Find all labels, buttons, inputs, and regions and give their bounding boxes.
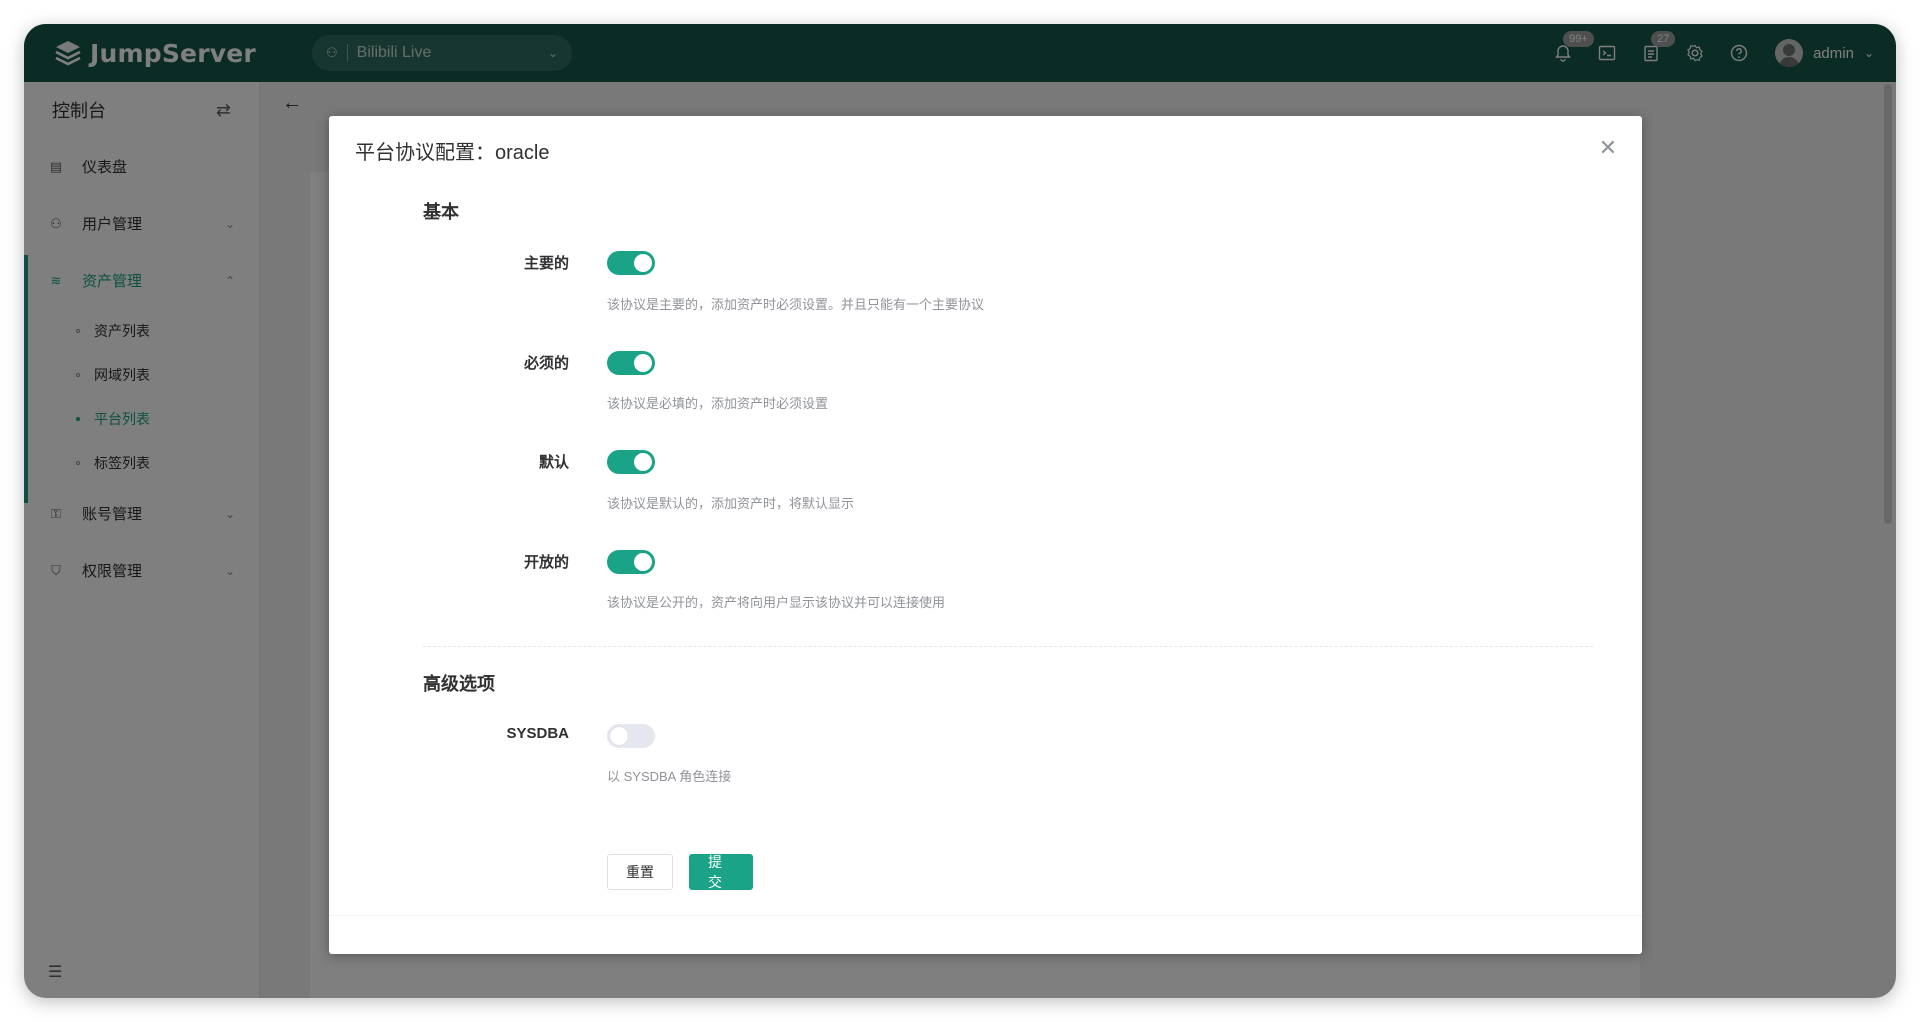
submit-button[interactable]: 提交 xyxy=(689,854,753,890)
app-window: JumpServer ⚇ Bilibili Live ⌄ 99+ 27 xyxy=(24,24,1896,998)
default-label: 默认 xyxy=(538,454,569,471)
section-divider xyxy=(423,646,1593,647)
public-toggle[interactable] xyxy=(607,550,655,574)
public-label: 开放的 xyxy=(523,554,569,571)
default-hint: 该协议是默认的，添加资产时，将默认显示 xyxy=(607,496,855,511)
close-icon[interactable]: ✕ xyxy=(1598,137,1618,159)
dialog-title: 平台协议配置：oracle xyxy=(355,142,550,164)
advanced-section-title: 高级选项 xyxy=(423,674,495,694)
reset-button[interactable]: 重置 xyxy=(607,854,673,890)
primary-hint: 该协议是主要的，添加资产时必须设置。并且只能有一个主要协议 xyxy=(607,297,985,312)
required-hint: 该协议是必填的，添加资产时必须设置 xyxy=(607,396,829,411)
default-toggle[interactable] xyxy=(607,450,655,474)
dialog-footer-line xyxy=(329,915,1642,916)
required-toggle[interactable] xyxy=(607,351,655,375)
public-hint: 该协议是公开的，资产将向用户显示该协议并可以连接使用 xyxy=(607,595,946,610)
sysdba-hint: 以 SYSDBA 角色连接 xyxy=(607,769,732,784)
sysdba-toggle[interactable] xyxy=(607,724,655,748)
primary-toggle[interactable] xyxy=(607,251,655,275)
required-label: 必须的 xyxy=(523,355,569,372)
primary-label: 主要的 xyxy=(523,255,569,272)
protocol-config-dialog: 平台协议配置：oracle ✕ 基本 主要的 该协议是主要的，添加资产时必须设置… xyxy=(329,116,1642,954)
basic-section-title: 基本 xyxy=(423,202,459,222)
sysdba-label: SYSDBA xyxy=(506,725,569,742)
